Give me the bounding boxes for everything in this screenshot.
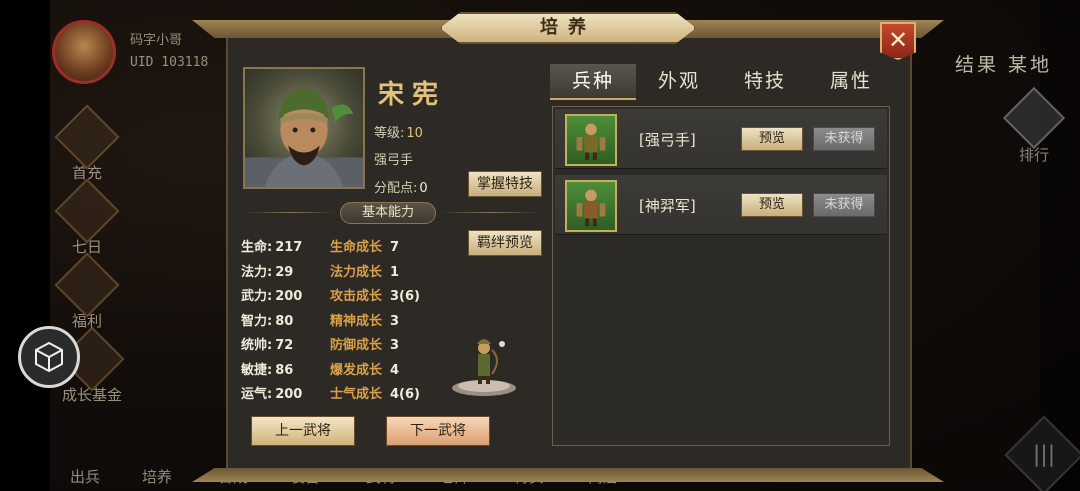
tab-attributes[interactable]: 属性 — [808, 64, 894, 100]
scroll-icon — [54, 178, 120, 244]
hero-portrait-image — [245, 88, 363, 187]
stat-row: 法力: 29 — [241, 261, 293, 280]
stat-row: 智力: 80 — [241, 310, 293, 329]
scene-location-title: 结果 某地 — [954, 54, 1052, 76]
growth-row: 防御成长 3 — [330, 334, 399, 353]
troop-not-obtained-button[interactable]: 未获得 — [813, 193, 875, 217]
stat-row: 运气: 200 — [241, 383, 302, 402]
troop-list-item: [神羿军] 预览 未获得 — [555, 175, 887, 235]
stat-value: 72 — [275, 338, 294, 353]
next-general-button[interactable]: 下一武将 — [386, 416, 490, 446]
stat-value: 200 — [275, 387, 303, 402]
growth-label: 生命成长 — [330, 240, 383, 255]
growth-row: 爆发成长 4 — [330, 359, 399, 378]
close-x-icon: ✕ — [887, 26, 909, 54]
growth-row: 法力成长 1 — [330, 261, 399, 280]
stat-value: 29 — [275, 265, 294, 280]
cube-icon — [35, 341, 63, 373]
stat-label: 智力: — [241, 314, 273, 329]
stat-label: 敏捷: — [241, 363, 273, 378]
stat-label: 武力: — [241, 289, 273, 304]
hero-portrait — [243, 67, 365, 189]
ranking-icon — [1002, 86, 1066, 150]
dialog-title: 培养 — [440, 12, 696, 44]
growth-value: 1 — [390, 265, 400, 280]
tab-troop-type[interactable]: 兵种 — [550, 64, 636, 100]
growth-label: 士气成长 — [330, 387, 383, 402]
close-button[interactable]: ✕ — [880, 22, 916, 60]
troop-name: [神羿军] — [639, 197, 696, 215]
bottom-nav-deploy[interactable]: 出兵 — [70, 466, 100, 487]
growth-value: 4(6) — [390, 387, 420, 402]
growth-row: 攻击成长 3(6) — [330, 285, 420, 304]
growth-label: 爆发成长 — [330, 363, 383, 378]
stat-row: 生命: 217 — [241, 236, 302, 255]
stat-value: 86 — [275, 363, 294, 378]
tab-appearance[interactable]: 外观 — [636, 64, 722, 100]
previous-general-button[interactable]: 上一武将 — [251, 416, 355, 446]
growth-value: 4 — [390, 363, 400, 378]
growth-label: 法力成长 — [330, 265, 383, 280]
troop-name: [强弓手] — [639, 131, 696, 149]
unit-figure-sprite — [452, 339, 516, 396]
tab-special-skill[interactable]: 特技 — [722, 64, 808, 100]
hero-points-value: 0 — [419, 181, 428, 196]
hero-troop-type: 强弓手 — [374, 153, 414, 168]
section-rule-left — [246, 212, 336, 213]
archer-troop-icon — [565, 114, 617, 166]
stat-label: 法力: — [241, 265, 273, 280]
left-black-bar — [0, 0, 50, 491]
hero-level-label: 等级: — [374, 126, 405, 141]
stat-row: 敏捷: 86 — [241, 359, 293, 378]
growth-value: 7 — [390, 240, 400, 255]
section-rule-right — [440, 212, 540, 213]
troop-preview-button[interactable]: 预览 — [741, 193, 803, 217]
stat-row: 武力: 200 — [241, 285, 302, 304]
growth-label: 精神成长 — [330, 314, 383, 329]
hero-name: 宋宪 — [378, 80, 447, 110]
ranking-button[interactable]: 排行 — [1002, 86, 1066, 165]
stat-label: 生命: — [241, 240, 273, 255]
troop-preview-button[interactable]: 预览 — [741, 127, 803, 151]
section-title-basic-ability: 基本能力 — [340, 202, 436, 224]
hero-level-value: 10 — [406, 126, 423, 141]
treasure-icon — [54, 252, 120, 318]
growth-label: 防御成长 — [330, 338, 383, 353]
growth-row: 士气成长 4(6) — [330, 383, 420, 402]
seven-day-button[interactable]: 七日 — [52, 178, 122, 257]
stat-value: 80 — [275, 314, 294, 329]
troop-list: [强弓手] 预览 未获得 [神羿军] 预览 未获得 — [552, 106, 890, 446]
bond-preview-button[interactable]: 羁绊预览 — [468, 230, 542, 256]
master-skill-button[interactable]: 掌握特技 — [468, 171, 542, 197]
ar-cube-button[interactable] — [18, 326, 80, 388]
hero-points-line: 分配点: 0 — [374, 177, 428, 196]
stat-row: 统帅: 72 — [241, 334, 293, 353]
hero-level-line: 等级: 10 — [374, 122, 423, 141]
growth-value: 3 — [390, 338, 400, 353]
player-avatar[interactable] — [52, 20, 116, 84]
stat-value: 200 — [275, 289, 303, 304]
train-dialog: 培养 ✕ 宋宪 等级: 10 强弓手 分配点: 0 掌握特技 基本能力 羁绊预览 生… — [192, 12, 944, 482]
stat-value: 217 — [275, 240, 303, 255]
growth-label: 攻击成长 — [330, 289, 383, 304]
bottom-nav-train[interactable]: 培养 — [142, 466, 172, 487]
gift-icon — [54, 104, 120, 170]
stat-label: 运气: — [241, 387, 273, 402]
stat-label: 统帅: — [241, 338, 273, 353]
welfare-button[interactable]: 福利 — [52, 252, 122, 331]
troop-not-obtained-button[interactable]: 未获得 — [813, 127, 875, 151]
menu-icon: ||| — [1032, 442, 1056, 468]
troop-list-item: [强弓手] 预览 未获得 — [555, 109, 887, 169]
divine-archer-troop-icon — [565, 180, 617, 232]
first-recharge-button[interactable]: 首充 — [52, 104, 122, 183]
hero-points-label: 分配点: — [374, 181, 418, 196]
growth-row: 生命成长 7 — [330, 236, 399, 255]
growth-row: 精神成长 3 — [330, 310, 399, 329]
growth-value: 3(6) — [390, 289, 420, 304]
dialog-bottom-frame — [192, 468, 944, 482]
player-info[interactable]: 码字小哥 UID 103118 — [52, 20, 208, 84]
tab-bar: 兵种 外观 特技 属性 — [550, 64, 894, 100]
growth-value: 3 — [390, 314, 400, 329]
